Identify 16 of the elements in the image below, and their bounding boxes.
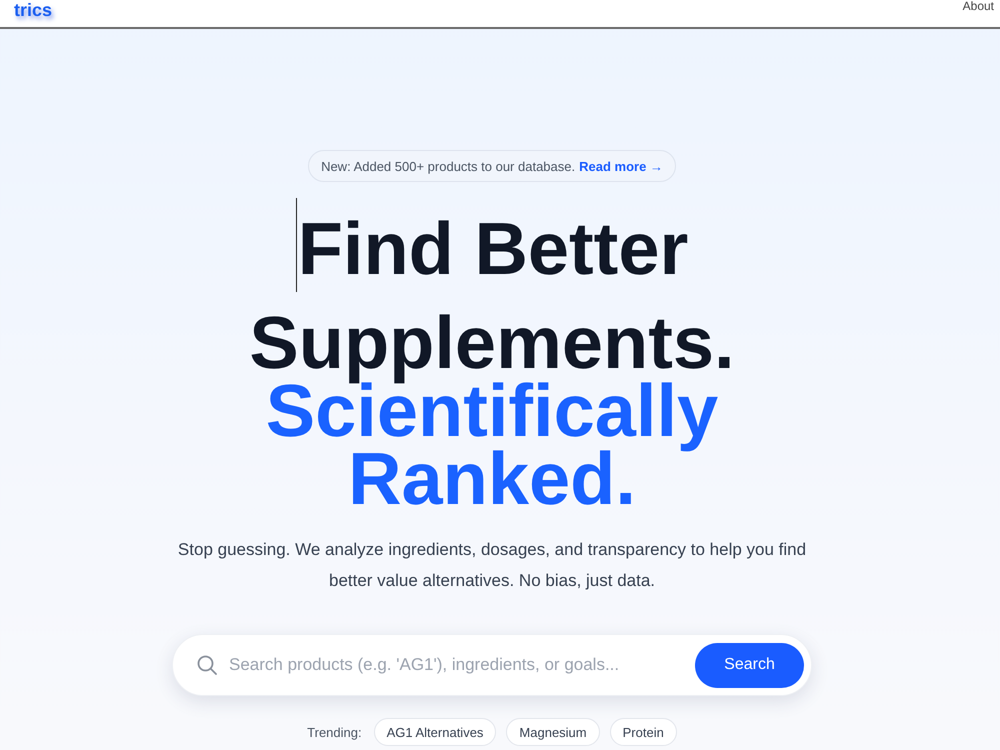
search-input[interactable]: Search products (e.g. 'AG1'), ingredients, or goals...	[227, 654, 695, 676]
nav-link[interactable]: About	[962, 0, 994, 12]
headline-text: Find Better	[298, 207, 688, 290]
logo-text[interactable]: trics	[14, 0, 52, 20]
text-cursor-icon	[296, 198, 297, 292]
trending-tag[interactable]: Protein	[610, 718, 677, 746]
announcement-text: New: Added 500+ products to our database.	[321, 158, 576, 174]
headline-highlight: Ranked.	[348, 437, 636, 520]
search-button[interactable]: Search	[695, 642, 804, 688]
trending-tag[interactable]: Magnesium	[506, 718, 600, 746]
search-icon	[197, 655, 217, 675]
trending-label: Trending:	[307, 724, 362, 740]
hero-subtitle: Stop guessing. We analyze ingredients, dosages, and transparency to help you find better value alternatives. No bias, just data.	[176, 539, 808, 592]
search-bar[interactable]: Search products (e.g. 'AG1'), ingredients, or goals... Search	[172, 634, 812, 696]
read-more-link[interactable]: Read more →	[579, 158, 663, 174]
trending-tag[interactable]: AG1 Alternatives	[374, 718, 496, 746]
